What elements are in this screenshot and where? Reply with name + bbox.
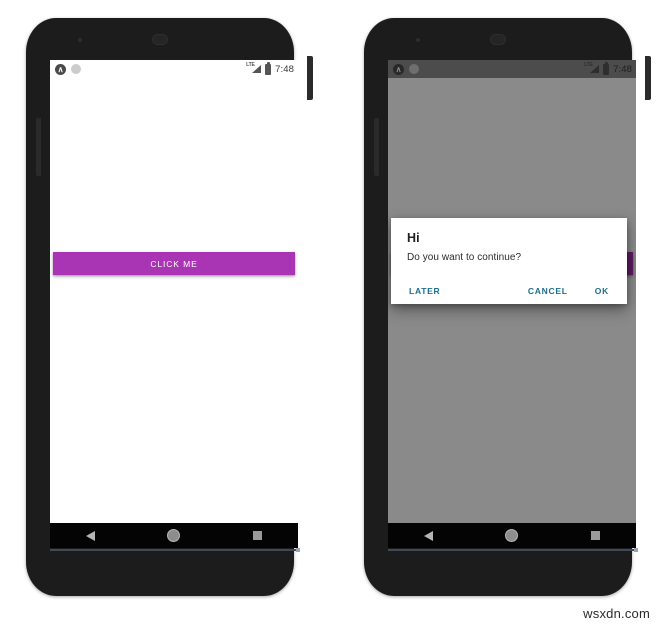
phone-body: ∧ LTE 7:48 CLICK ME <box>26 18 313 596</box>
earpiece-speaker-icon <box>152 34 168 45</box>
alert-dialog: Hi Do you want to continue? LATER CANCEL… <box>391 218 627 304</box>
phone-screen-right: CLICK ME ∧ LTE 7:48 <box>388 60 636 523</box>
status-bar-notifications: ∧ <box>55 63 81 75</box>
status-bar: ∧ LTE 7:48 <box>50 60 298 78</box>
power-button[interactable] <box>307 56 313 100</box>
android-nav-bar-right <box>388 523 636 548</box>
gray-dot-icon <box>71 64 81 74</box>
dialog-ok-button[interactable]: OK <box>593 283 611 299</box>
status-clock: 7:48 <box>275 63 294 75</box>
power-button[interactable] <box>645 56 651 100</box>
back-triangle-icon[interactable] <box>424 530 434 541</box>
android-nav-bar-left <box>50 523 298 548</box>
phone-screen-left: ∧ LTE 7:48 CLICK ME <box>50 60 298 523</box>
screen-bottom-edge <box>388 548 638 552</box>
home-circle-icon[interactable] <box>505 529 519 542</box>
phone-mockup-right: CLICK ME ∧ LTE 7:48 <box>350 18 651 596</box>
chevron-up-circle-icon: ∧ <box>55 63 66 75</box>
battery-full-icon <box>265 61 272 75</box>
signal-triangle <box>252 65 262 73</box>
phone-mockup-left: ∧ LTE 7:48 CLICK ME <box>12 18 313 596</box>
back-triangle-icon[interactable] <box>86 530 96 541</box>
status-bar-system: LTE 7:48 <box>246 61 294 75</box>
phone-body: CLICK ME ∧ LTE 7:48 <box>364 18 651 596</box>
dialog-later-button[interactable]: LATER <box>407 283 442 299</box>
watermark: wsxdn.com <box>583 606 650 621</box>
volume-button[interactable] <box>36 118 41 176</box>
screenshot-stage: ∧ LTE 7:48 CLICK ME ∧ LTE 7:48 Hi Do you… <box>0 0 658 625</box>
signal-bars-icon: LTE <box>246 62 262 75</box>
dialog-title: Hi <box>407 231 420 245</box>
home-circle-icon[interactable] <box>167 529 181 542</box>
click-me-button[interactable]: CLICK ME <box>53 252 295 275</box>
dialog-action-row: LATER CANCEL OK <box>407 263 611 304</box>
dialog-cancel-button[interactable]: CANCEL <box>526 283 570 299</box>
front-camera-icon <box>78 38 82 42</box>
dialog-message: Do you want to continue? <box>407 252 522 263</box>
recents-square-icon[interactable] <box>252 531 262 540</box>
app-content-left: CLICK ME <box>50 78 298 507</box>
screen-bottom-edge <box>50 548 300 552</box>
earpiece-speaker-icon <box>490 34 506 45</box>
front-camera-icon <box>416 38 420 42</box>
volume-button[interactable] <box>374 118 379 176</box>
recents-square-icon[interactable] <box>590 531 600 540</box>
